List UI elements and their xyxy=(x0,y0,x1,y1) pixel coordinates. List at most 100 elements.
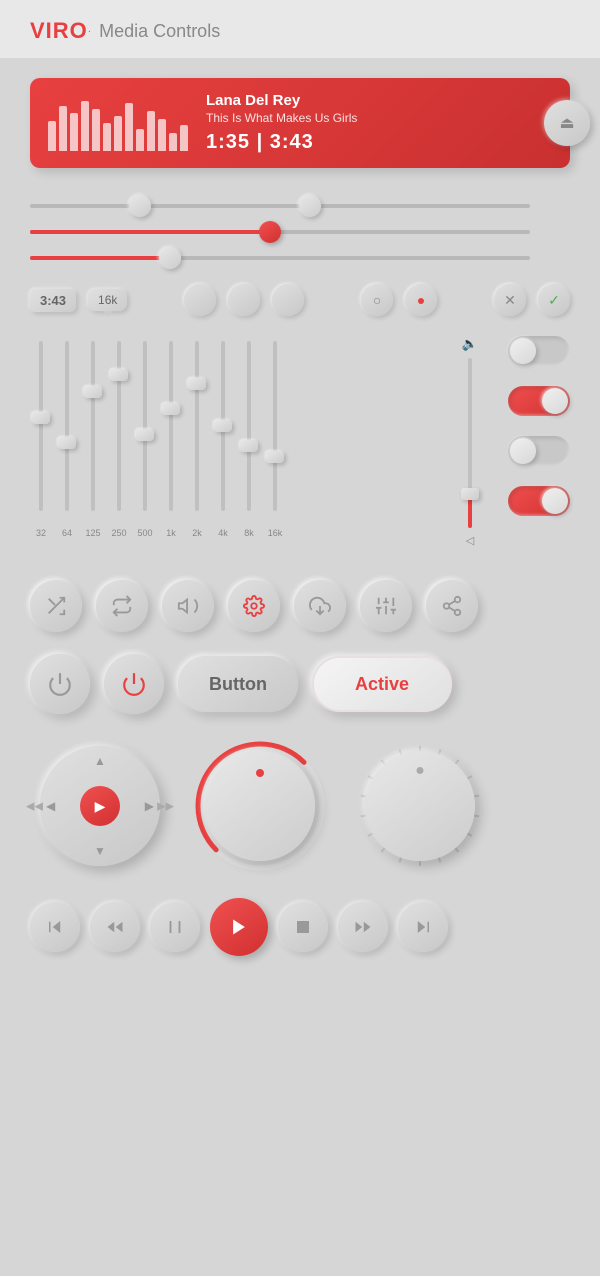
rewind-pb-button[interactable] xyxy=(90,902,140,952)
active-button[interactable]: Active xyxy=(312,656,452,712)
play-button[interactable] xyxy=(210,898,268,956)
eq-thumb-3[interactable] xyxy=(84,386,102,398)
playback-controls xyxy=(30,898,570,956)
toggle-knob-4 xyxy=(542,488,568,514)
eq-thumb-5[interactable] xyxy=(136,429,154,441)
repeat-button[interactable] xyxy=(96,580,148,632)
skip-forward-button[interactable] xyxy=(398,902,448,952)
eq-band-2[interactable] xyxy=(56,331,78,521)
cloud-button[interactable] xyxy=(294,580,346,632)
eq-label-32: 32 xyxy=(30,528,52,538)
toggle-1[interactable] xyxy=(508,336,570,366)
icon-buttons-row xyxy=(30,580,570,632)
track-artist: Lana Del Rey xyxy=(206,92,552,109)
eject-button[interactable]: ⏏ xyxy=(544,100,590,146)
volume-v-thumb[interactable] xyxy=(461,488,479,500)
volume-slider[interactable] xyxy=(30,230,530,234)
eq-band-9[interactable] xyxy=(238,331,260,521)
volume-thumb[interactable] xyxy=(259,221,281,243)
sliders-section xyxy=(30,204,570,260)
eq-label-125: 125 xyxy=(82,528,104,538)
viz-bar xyxy=(125,103,133,151)
eq-band-4[interactable] xyxy=(108,331,130,521)
eq-thumb-10[interactable] xyxy=(266,451,284,463)
fast-forward-button[interactable]: ▶▶ xyxy=(157,800,174,813)
viz-bar xyxy=(147,111,155,151)
eq-thumb-6[interactable] xyxy=(162,403,180,415)
eq-band-7[interactable] xyxy=(186,331,208,521)
slider-thumb-left[interactable] xyxy=(129,195,151,217)
active-knob[interactable] xyxy=(205,751,315,861)
eq-label-64: 64 xyxy=(56,528,78,538)
eq-button[interactable] xyxy=(360,580,412,632)
check-button[interactable]: ✓ xyxy=(538,284,570,316)
radio-button[interactable]: ○ xyxy=(361,284,393,316)
power-off-button[interactable] xyxy=(30,654,90,714)
dot-button-1[interactable] xyxy=(184,284,216,316)
bass-thumb[interactable] xyxy=(159,247,181,269)
dpad[interactable]: ▲ ▼ ◀ ▶ ▶ xyxy=(40,746,160,866)
dpad-left[interactable]: ◀ xyxy=(46,799,55,813)
dpad-up[interactable]: ▲ xyxy=(94,754,106,768)
viz-bar xyxy=(70,113,78,151)
track-info: Lana Del Rey This Is What Makes Us Girls… xyxy=(206,92,552,154)
viz-bar xyxy=(48,121,56,151)
eq-band-3[interactable] xyxy=(82,331,104,521)
logo-dot: · xyxy=(88,26,91,37)
record-button[interactable]: ● xyxy=(405,284,437,316)
eq-thumb-7[interactable] xyxy=(188,378,206,390)
knob-indicator xyxy=(256,769,264,777)
slider-thumb-right[interactable] xyxy=(299,195,321,217)
toggle-3[interactable] xyxy=(508,436,570,466)
knob-dot-gray xyxy=(417,767,424,774)
dpad-container: ▲ ▼ ◀ ▶ ▶ ◀◀ ▶▶ xyxy=(30,741,170,871)
quality-badge: 16k xyxy=(88,289,127,311)
volume-button[interactable] xyxy=(162,580,214,632)
eq-band-1[interactable] xyxy=(30,331,52,521)
toggle-knob-1 xyxy=(510,338,536,364)
button-rect[interactable]: Button xyxy=(178,656,298,712)
fast-forward-pb-button[interactable] xyxy=(338,902,388,952)
bass-slider-row xyxy=(30,256,530,260)
equalizer: 32 64 125 250 500 1k 2k 4k 8k 16k xyxy=(30,336,442,556)
eq-label-4k: 4k xyxy=(212,528,234,538)
close-button[interactable]: ✕ xyxy=(494,284,526,316)
eq-thumb-1[interactable] xyxy=(32,412,50,424)
eq-thumb-8[interactable] xyxy=(214,420,232,432)
eq-band-8[interactable] xyxy=(212,331,234,521)
dot-button-2[interactable] xyxy=(228,284,260,316)
viz-bar xyxy=(158,119,166,151)
rewind-button[interactable]: ◀◀ xyxy=(26,800,43,813)
bass-slider[interactable] xyxy=(30,256,530,260)
eq-thumb-9[interactable] xyxy=(240,440,258,452)
dot-button-3[interactable] xyxy=(272,284,304,316)
volume-track[interactable] xyxy=(468,358,472,528)
pause-button[interactable] xyxy=(150,902,200,952)
dual-slider[interactable] xyxy=(30,204,530,208)
dpad-right[interactable]: ▶ xyxy=(145,799,154,813)
eq-band-5[interactable] xyxy=(134,331,156,521)
settings-button[interactable] xyxy=(228,580,280,632)
eq-band-10[interactable] xyxy=(264,331,286,521)
power-buttons-row: Button Active xyxy=(30,654,570,714)
active-knob-container xyxy=(190,736,330,876)
dpad-play[interactable]: ▶ xyxy=(80,786,120,826)
time-badge: 3:43 xyxy=(30,289,76,312)
volume-v-slider: 🔈 ◁ xyxy=(454,336,486,556)
eq-band-6[interactable] xyxy=(160,331,182,521)
stop-button[interactable] xyxy=(278,902,328,952)
share-button[interactable] xyxy=(426,580,478,632)
eq-thumb-4[interactable] xyxy=(110,369,128,381)
shuffle-button[interactable] xyxy=(30,580,82,632)
skip-back-button[interactable] xyxy=(30,902,80,952)
eq-section: 32 64 125 250 500 1k 2k 4k 8k 16k 🔈 ◁ xyxy=(30,336,570,556)
power-on-button[interactable] xyxy=(104,654,164,714)
logo: VIRO xyxy=(30,18,88,44)
toggle-knob-3 xyxy=(510,438,536,464)
toggle-4[interactable] xyxy=(508,486,570,516)
app-title: Media Controls xyxy=(99,21,220,42)
inactive-knob[interactable] xyxy=(365,751,475,861)
toggle-2[interactable] xyxy=(508,386,570,416)
eq-thumb-2[interactable] xyxy=(58,437,76,449)
dpad-down[interactable]: ▼ xyxy=(94,844,106,858)
